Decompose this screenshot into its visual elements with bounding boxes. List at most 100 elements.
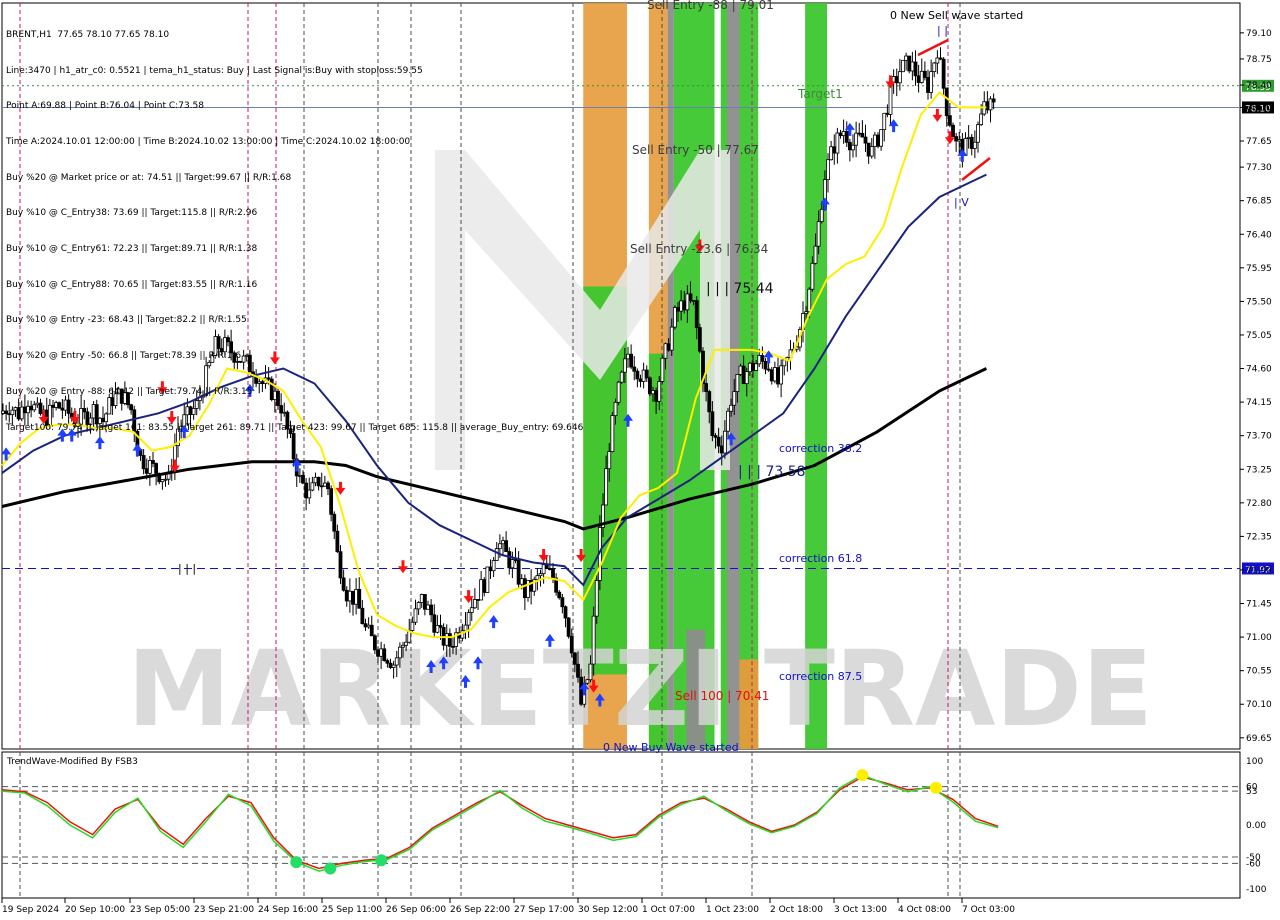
bear-candle <box>144 468 149 474</box>
bear-candle <box>866 142 871 157</box>
bear-candle <box>713 435 718 438</box>
osc-axis-label: -60 <box>1246 859 1261 869</box>
tick-marks-label: | | <box>937 24 948 37</box>
bull-candle <box>722 430 727 454</box>
y-tick-label: 70.55 <box>1246 667 1272 677</box>
y-tick-label: 78.10 <box>1246 103 1272 113</box>
bull-candle <box>510 559 515 569</box>
y-tick-label: 73.25 <box>1246 465 1272 475</box>
bull-candle <box>872 134 877 147</box>
bear-candle <box>769 369 774 382</box>
y-tick-label: 70.10 <box>1246 700 1272 710</box>
indicator-frame <box>1 751 1241 899</box>
bull-candle <box>782 359 787 367</box>
bear-candle <box>638 378 643 382</box>
bull-candle <box>829 146 834 161</box>
y-tick-label: 75.50 <box>1246 297 1272 307</box>
info-line: Buy %10 @ C_Entry38: 73.69 || Target:115… <box>6 208 258 219</box>
bear-candle <box>566 617 571 637</box>
bull-candle <box>810 262 815 290</box>
bull-candle <box>932 62 937 73</box>
bear-candle <box>316 476 321 487</box>
bull-candle <box>610 415 615 452</box>
bull-candle <box>669 326 674 351</box>
bear-candle <box>576 663 580 678</box>
bear-candle <box>847 141 852 151</box>
y-tick-label: 75.95 <box>1246 264 1272 274</box>
bear-candle <box>629 353 634 368</box>
bear-candle <box>382 648 387 661</box>
bear-candle <box>844 130 849 143</box>
bear-candle <box>338 551 343 579</box>
bull-candle <box>397 646 402 659</box>
bear-candle <box>551 568 555 579</box>
bear-candle <box>916 75 921 83</box>
watermark-text: MARKETZI TRADE <box>127 628 1153 750</box>
bear-candle <box>154 463 159 474</box>
bull-candle <box>147 460 152 474</box>
bull-candle <box>426 604 430 610</box>
x-tick-label: 27 Sep 17:00 <box>514 905 574 915</box>
bear-candle <box>376 649 380 657</box>
bear-candle <box>504 540 509 552</box>
y-tick-label: 74.15 <box>1246 398 1272 408</box>
bull-candle <box>485 566 490 593</box>
bull-candle <box>435 625 440 633</box>
x-tick-label: 23 Sep 05:00 <box>130 905 190 915</box>
bear-candle <box>488 566 493 572</box>
bull-candle <box>663 343 668 359</box>
bull-candle <box>685 293 690 311</box>
bear-candle <box>569 635 574 654</box>
bull-candle <box>726 410 730 432</box>
bear-candle <box>766 368 771 371</box>
bull-candle <box>772 367 777 382</box>
bull-candle <box>779 365 784 385</box>
x-tick-label: 23 Sep 21:00 <box>194 905 254 915</box>
bear-candle <box>763 361 768 370</box>
bear-candle <box>941 58 946 89</box>
bear-candle <box>357 589 362 609</box>
bull-candle <box>497 543 502 550</box>
info-line: Line:3470 | h1_atr_c0: 0.5521 | tema_h1_… <box>6 65 423 76</box>
sell-arrow-icon <box>932 108 943 122</box>
bear-candle <box>363 623 368 628</box>
y-tick-label: 76.85 <box>1246 197 1272 207</box>
info-line: Point A:69.88 | Point B:76.04 | Point C:… <box>6 101 204 112</box>
bear-candle <box>682 300 687 311</box>
bull-candle <box>491 560 496 572</box>
bull-candle <box>626 353 630 360</box>
bull-candle <box>732 391 737 406</box>
bear-candle <box>654 390 659 402</box>
bear-candle <box>991 98 996 103</box>
bull-candle <box>307 489 312 499</box>
bear-candle <box>838 132 843 137</box>
swing-line-bottom <box>961 157 991 181</box>
bear-candle <box>507 551 512 569</box>
indicator-title: TrendWave-Modified By FSB3 <box>6 757 138 767</box>
bear-candle <box>572 652 577 665</box>
bull-candle <box>501 540 505 545</box>
bear-candle <box>926 77 930 93</box>
y-tick-label: 77.30 <box>1246 163 1272 173</box>
y-tick-label: 71.45 <box>1246 600 1272 610</box>
sell-entry-88-label: Sell Entry -88 | 79.01 <box>647 0 774 12</box>
sell-100-label: Sell 100 | 70.41 <box>675 689 769 703</box>
bull-candle <box>366 624 371 628</box>
bear-candle <box>304 482 309 499</box>
bull-candle <box>347 590 352 602</box>
bear-candle <box>560 597 565 608</box>
bull-candle <box>901 59 905 73</box>
bull-candle <box>660 357 665 382</box>
bear-candle <box>326 482 330 490</box>
bear-candle <box>647 377 652 395</box>
bull-candle <box>816 221 821 247</box>
bear-candle <box>476 599 480 601</box>
y-tick-label: 78.40 <box>1246 81 1272 91</box>
bull-candle <box>297 474 302 477</box>
bear-candle <box>319 485 324 488</box>
bear-candle <box>710 411 715 436</box>
bear-candle <box>985 101 990 111</box>
chart-window: BRENT,H1 77.65 78.10 77.65 78.10 Line:34… <box>0 0 1280 920</box>
info-line: Buy %20 @ Market price or at: 74.51 || T… <box>6 172 292 183</box>
bear-candle <box>922 70 927 78</box>
